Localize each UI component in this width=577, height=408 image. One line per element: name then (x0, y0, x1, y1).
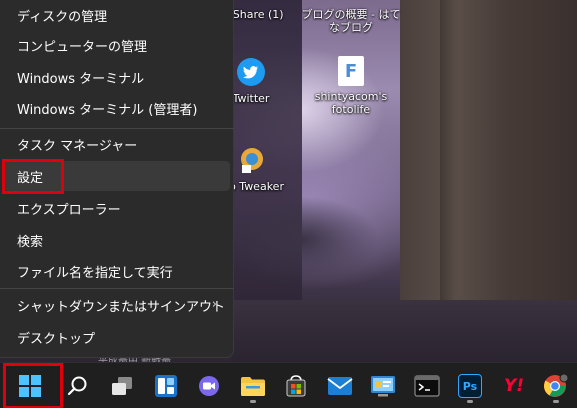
wallpaper-ground (232, 300, 577, 362)
search-button[interactable] (60, 368, 96, 404)
menu-item-search[interactable]: 検索 (4, 225, 230, 255)
menu-item-task-manager[interactable]: タスク マネージャー (4, 129, 230, 159)
chrome-icon (544, 373, 569, 397)
running-indicator (467, 400, 473, 403)
store-icon (286, 375, 306, 397)
folder-icon (241, 377, 265, 396)
menu-item-label: 検索 (17, 234, 44, 250)
yahoo-icon: Y! (503, 376, 525, 396)
taskbar: Ps Y! (0, 362, 577, 408)
chat-button[interactable] (191, 368, 227, 404)
desktop-icon-label: なブログ (329, 21, 373, 34)
desktop-icon-label: fotolife (331, 103, 371, 116)
fotolife-icon: F (338, 56, 364, 86)
desktop-icon-label: Twitter (232, 92, 270, 105)
menu-item-windows-terminal-admin[interactable]: Windows ターミナル (管理者) (4, 93, 230, 123)
photoshop-button[interactable]: Ps (452, 368, 488, 404)
photoshop-icon: Ps (458, 374, 482, 398)
chat-icon (199, 376, 219, 396)
menu-item-disk-management[interactable]: ディスクの管理 (4, 0, 230, 30)
mail-icon (327, 377, 353, 395)
desktop-icon-label: ブログの概要 - はて (301, 8, 401, 21)
yahoo-button[interactable]: Y! (496, 368, 532, 404)
terminal-icon (414, 375, 440, 397)
menu-item-label: エクスプローラー (17, 202, 121, 218)
menu-item-desktop[interactable]: デスクトップ (4, 322, 230, 352)
settings-highlight-box (2, 159, 64, 194)
photoshop-icon-text: Ps (462, 379, 478, 393)
desktop-icon-label: shintyacom's (314, 90, 388, 103)
running-indicator (250, 400, 256, 403)
chrome-button[interactable] (538, 368, 574, 404)
twitter-icon (235, 56, 267, 88)
microsoft-store-button[interactable] (278, 368, 314, 404)
wallpaper-foliage (232, 180, 422, 300)
menu-item-label: Windows ターミナル (管理者) (17, 102, 198, 118)
widgets-icon (155, 375, 177, 397)
running-indicator (553, 400, 559, 403)
menu-item-label: Windows ターミナル (17, 71, 145, 87)
file-explorer-button[interactable] (235, 368, 271, 404)
desktop-icon-fotolife[interactable]: F shintyacom's fotolife (296, 56, 406, 116)
desktop-icon-label: kShare (1) (226, 8, 284, 21)
control-panel-icon (371, 376, 395, 397)
widgets-button[interactable] (148, 368, 184, 404)
task-view-icon (112, 377, 132, 395)
menu-item-label: ディスクの管理 (17, 9, 108, 25)
terminal-button[interactable] (409, 368, 445, 404)
menu-item-shutdown-signout[interactable]: シャットダウンまたはサインアウト › (4, 290, 230, 320)
menu-item-label: ファイル名を指定して実行 (17, 265, 173, 281)
tweaker-icon (235, 144, 267, 176)
menu-item-windows-terminal[interactable]: Windows ターミナル (4, 62, 230, 92)
menu-item-label: デスクトップ (17, 331, 96, 347)
task-view-button[interactable] (104, 368, 140, 404)
start-highlight-box (3, 363, 63, 408)
menu-separator (0, 288, 234, 289)
menu-item-run[interactable]: ファイル名を指定して実行 (4, 256, 230, 286)
menu-item-explorer[interactable]: エクスプローラー (4, 193, 230, 223)
search-icon (67, 376, 87, 396)
mail-button[interactable] (322, 368, 358, 404)
chevron-right-icon: › (211, 297, 217, 312)
power-user-menu: ディスクの管理 コンピューターの管理 Windows ターミナル Windows… (0, 0, 234, 358)
menu-item-label: コンピューターの管理 (17, 39, 148, 55)
control-panel-button[interactable] (365, 368, 401, 404)
menu-item-label: シャットダウンまたはサインアウト (17, 299, 226, 315)
menu-item-label: タスク マネージャー (17, 138, 138, 154)
menu-item-computer-management[interactable]: コンピューターの管理 (4, 30, 230, 60)
desktop-icon-blog[interactable]: ブログの概要 - はて なブログ (296, 8, 406, 34)
